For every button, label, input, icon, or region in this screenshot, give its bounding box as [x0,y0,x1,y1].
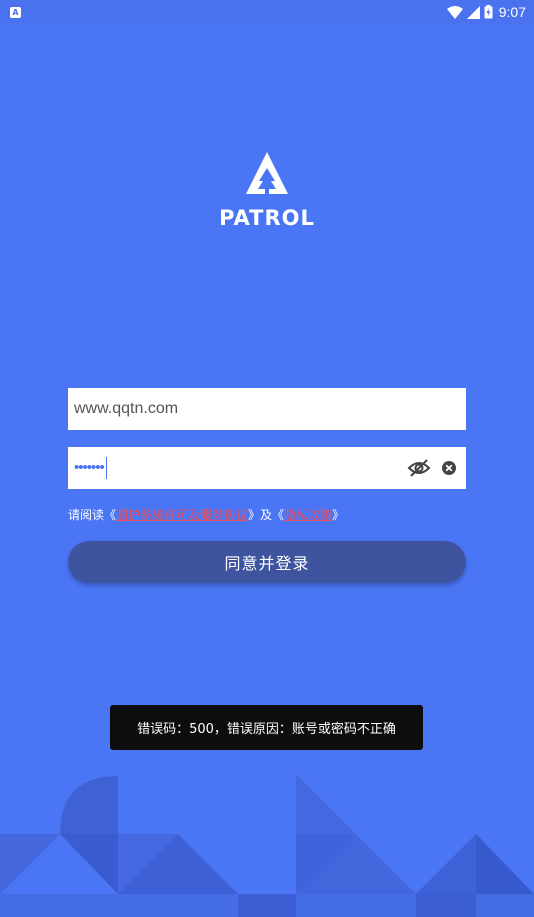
agreement-suffix: 》 [332,508,345,522]
logo-text: PATROL [219,206,315,230]
status-time: 9:07 [498,4,526,20]
clear-input-icon[interactable] [441,460,457,476]
password-field[interactable]: ••••••• [68,447,466,489]
service-agreement-link[interactable]: 园护系统许可及服务协议 [116,508,248,522]
agreement-text: 请阅读《园护系统许可及服务协议》及《隐私政策》 [68,506,344,523]
battery-icon [484,5,493,19]
wifi-icon [446,5,463,19]
agreement-middle: 》及《 [248,508,285,522]
status-bar: A 9:07 [0,0,534,24]
username-input[interactable]: www.qqtn.com [68,400,466,418]
password-input-wrap[interactable]: ••••••• [68,457,407,479]
error-toast: 错误码：500，错误原因：账号或密码不正确 [110,705,423,750]
app-logo: PATROL [0,152,534,230]
password-input[interactable]: ••••••• [74,459,105,476]
username-field[interactable]: www.qqtn.com [68,388,466,430]
text-caret [105,457,107,479]
status-left: A [10,6,21,18]
status-right: 9:07 [446,4,526,20]
tree-triangle-logo-icon [246,152,288,194]
background-geometric-decoration [0,774,534,917]
app-notification-icon: A [10,6,21,18]
agree-and-login-button[interactable]: 同意并登录 [68,541,466,583]
privacy-policy-link[interactable]: 隐私政策 [284,508,332,522]
agreement-prefix: 请阅读《 [68,508,117,522]
toggle-visibility-eye-icon[interactable] [407,456,431,480]
signal-icon [466,5,480,19]
